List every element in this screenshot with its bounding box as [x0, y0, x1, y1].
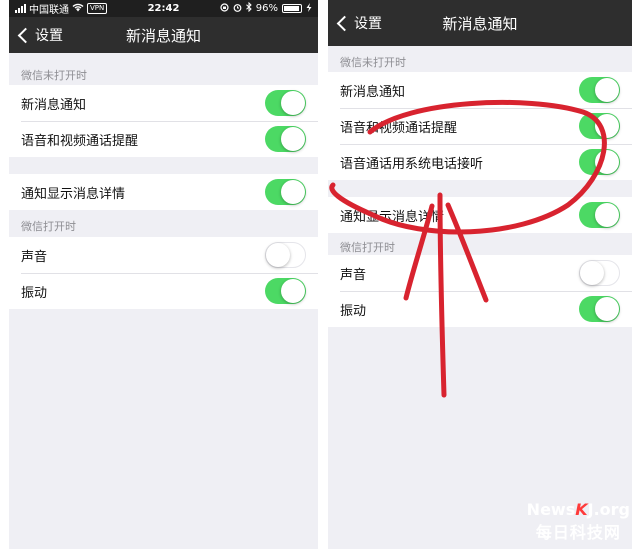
- setting-label: 通知显示消息详情: [21, 186, 126, 202]
- toggle-knob: [281, 279, 305, 303]
- toggle-knob: [595, 297, 619, 321]
- phone-screen-right: 设置 新消息通知 微信未打开时 新消息通知 语音和视频通话提醒 语音通话用系统电…: [328, 0, 632, 549]
- toggle-knob: [595, 150, 619, 174]
- toggle-knob: [580, 261, 604, 285]
- toggle-knob: [595, 78, 619, 102]
- back-label: 设置: [35, 28, 63, 44]
- watermark-logo: NewsKJ.org 每日科技网: [526, 500, 630, 542]
- setting-row-new-message-notify: 新消息通知: [328, 72, 632, 108]
- charging-icon: [306, 2, 312, 15]
- setting-row-sound: 声音: [9, 237, 318, 273]
- phone-screen-left: 中国联通 VPN 22:42 96% 设置 新消息通知 微信未打开时 新消息通知…: [9, 0, 318, 549]
- settings-group: 通知显示消息详情: [9, 174, 318, 210]
- toggle-switch[interactable]: [579, 77, 620, 103]
- section-header-closed: 微信未打开时: [340, 56, 406, 69]
- screenshot-comparison: 中国联通 VPN 22:42 96% 设置 新消息通知 微信未打开时 新消息通知…: [0, 0, 640, 549]
- setting-label: 语音和视频通话提醒: [21, 133, 139, 149]
- setting-label: 新消息通知: [340, 84, 406, 100]
- settings-group: 通知显示消息详情: [328, 197, 632, 233]
- section-header-open: 微信打开时: [21, 220, 76, 233]
- setting-label: 语音和视频通话提醒: [340, 120, 458, 136]
- section-header-open: 微信打开时: [340, 241, 395, 254]
- setting-row-system-phone-answer: 语音通话用系统电话接听: [328, 144, 632, 180]
- chevron-left-icon: [17, 27, 34, 43]
- toggle-knob: [281, 127, 305, 151]
- toggle-switch[interactable]: [579, 296, 620, 322]
- settings-group: 声音 振动: [9, 237, 318, 309]
- setting-row-vibrate: 振动: [328, 291, 632, 327]
- toggle-knob: [281, 180, 305, 204]
- setting-row-show-details: 通知显示消息详情: [328, 197, 632, 233]
- setting-row-new-message-notify: 新消息通知: [9, 85, 318, 121]
- back-button[interactable]: 设置: [328, 13, 382, 33]
- setting-label: 语音通话用系统电话接听: [340, 156, 484, 172]
- toggle-switch[interactable]: [265, 242, 306, 268]
- battery-icon: [282, 4, 302, 13]
- setting-row-call-reminder: 语音和视频通话提醒: [9, 121, 318, 157]
- settings-group: 新消息通知 语音和视频通话提醒 语音通话用系统电话接听: [328, 72, 632, 180]
- toggle-knob: [595, 203, 619, 227]
- setting-label: 新消息通知: [21, 97, 87, 113]
- bluetooth-icon: [245, 1, 252, 15]
- setting-label: 声音: [21, 249, 48, 265]
- toggle-knob: [281, 91, 305, 115]
- status-bar: 中国联通 VPN 22:42 96%: [9, 0, 318, 17]
- toggle-switch[interactable]: [265, 126, 306, 152]
- section-header-closed: 微信未打开时: [21, 69, 87, 82]
- nav-bar: 设置 新消息通知: [328, 0, 632, 46]
- signal-icon: [15, 4, 26, 13]
- chevron-left-icon: [336, 15, 353, 31]
- toggle-switch[interactable]: [265, 278, 306, 304]
- setting-label: 通知显示消息详情: [340, 209, 445, 225]
- setting-label: 振动: [21, 285, 48, 301]
- toggle-switch[interactable]: [265, 179, 306, 205]
- setting-label: 声音: [340, 267, 367, 283]
- back-label: 设置: [354, 16, 382, 32]
- toggle-switch[interactable]: [265, 90, 306, 116]
- wifi-icon: [72, 3, 84, 15]
- lock-rotation-icon: [220, 2, 229, 15]
- carrier-label: 中国联通: [29, 5, 69, 16]
- settings-group: 新消息通知 语音和视频通话提醒: [9, 85, 318, 157]
- setting-row-show-details: 通知显示消息详情: [9, 174, 318, 210]
- toggle-switch[interactable]: [579, 202, 620, 228]
- nav-bar: 设置 新消息通知: [9, 17, 318, 53]
- toggle-knob: [595, 114, 619, 138]
- toggle-switch[interactable]: [579, 113, 620, 139]
- toggle-switch[interactable]: [579, 260, 620, 286]
- setting-label: 振动: [340, 303, 367, 319]
- vpn-badge: VPN: [87, 3, 108, 14]
- alarm-icon: [233, 3, 242, 15]
- setting-row-sound: 声音: [328, 255, 632, 291]
- settings-group: 声音 振动: [328, 255, 632, 327]
- toggle-knob: [266, 243, 290, 267]
- battery-percent: 96%: [255, 3, 278, 14]
- setting-row-call-reminder: 语音和视频通话提醒: [328, 108, 632, 144]
- setting-row-vibrate: 振动: [9, 273, 318, 309]
- toggle-switch[interactable]: [579, 149, 620, 175]
- back-button[interactable]: 设置: [9, 25, 63, 45]
